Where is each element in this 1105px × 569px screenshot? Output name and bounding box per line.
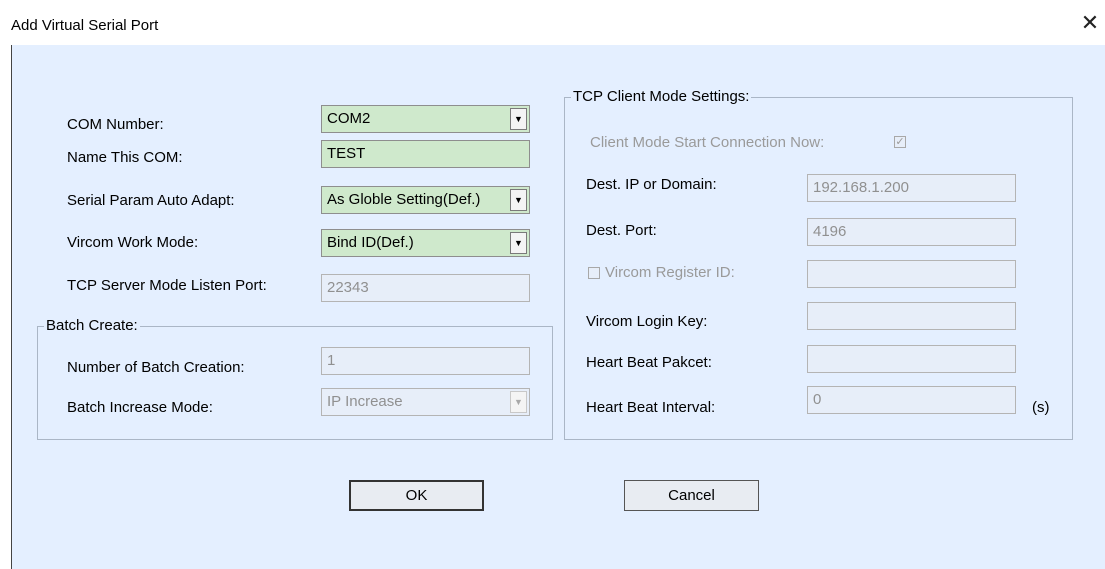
batch-increase-mode-select[interactable]: IP Increase ▼: [321, 388, 530, 416]
com-number-label: COM Number:: [67, 116, 164, 133]
com-number-select[interactable]: COM2 ▼: [321, 105, 530, 133]
vircom-login-key-input[interactable]: [807, 302, 1016, 330]
batch-create-group: [37, 326, 553, 440]
dest-port-input[interactable]: 4196: [807, 218, 1016, 246]
number-of-batch-creation-input[interactable]: 1: [321, 347, 530, 375]
tcp-server-listen-port-input[interactable]: 22343: [321, 274, 530, 302]
dialog-body: COM Number: COM2 ▼ Name This COM: TEST S…: [11, 45, 1105, 569]
vircom-register-id-input[interactable]: [807, 260, 1016, 288]
number-of-batch-creation-label: Number of Batch Creation:: [67, 359, 245, 376]
window-title: Add Virtual Serial Port: [11, 17, 159, 34]
serial-param-auto-adapt-label: Serial Param Auto Adapt:: [67, 192, 235, 209]
heart-beat-packet-label: Heart Beat Pakcet:: [586, 354, 712, 371]
heart-beat-interval-input[interactable]: 0: [807, 386, 1016, 414]
name-this-com-label: Name This COM:: [67, 149, 183, 166]
vircom-work-mode-select[interactable]: Bind ID(Def.) ▼: [321, 229, 530, 257]
dest-ip-label: Dest. IP or Domain:: [586, 176, 717, 193]
vircom-login-key-label: Vircom Login Key:: [586, 313, 708, 330]
batch-increase-mode-label: Batch Increase Mode:: [67, 399, 213, 416]
checkmark-icon: ✓: [895, 136, 905, 148]
dest-port-label: Dest. Port:: [586, 222, 657, 239]
heart-beat-interval-label: Heart Beat Interval:: [586, 399, 716, 416]
vircom-register-id-checkbox[interactable]: [588, 267, 600, 279]
name-this-com-input[interactable]: TEST: [321, 140, 530, 168]
ok-button[interactable]: OK: [349, 480, 484, 511]
batch-create-legend: Batch Create:: [44, 317, 140, 334]
cancel-button[interactable]: Cancel: [624, 480, 759, 511]
dropdown-arrow-icon[interactable]: ▼: [510, 108, 527, 130]
heart-beat-packet-input[interactable]: [807, 345, 1016, 373]
tcp-client-settings-legend: TCP Client Mode Settings:: [571, 88, 752, 105]
start-connection-now-checkbox[interactable]: ✓: [894, 136, 906, 148]
serial-param-auto-adapt-select[interactable]: As Globle Setting(Def.) ▼: [321, 186, 530, 214]
com-number-value: COM2: [327, 110, 371, 127]
vircom-work-mode-label: Vircom Work Mode:: [67, 234, 199, 251]
heart-beat-interval-unit: (s): [1032, 399, 1050, 416]
start-connection-now-label: Client Mode Start Connection Now:: [590, 134, 825, 151]
batch-increase-mode-value: IP Increase: [327, 393, 403, 410]
close-icon[interactable]: ✕: [1077, 8, 1103, 38]
tcp-server-listen-port-label: TCP Server Mode Listen Port:: [67, 277, 267, 294]
title-bar: Add Virtual Serial Port ✕: [0, 0, 1105, 45]
dest-ip-input[interactable]: 192.168.1.200: [807, 174, 1016, 202]
dropdown-arrow-icon[interactable]: ▼: [510, 391, 527, 413]
vircom-register-id-label: Vircom Register ID:: [605, 264, 735, 281]
serial-param-auto-adapt-value: As Globle Setting(Def.): [327, 191, 481, 208]
dropdown-arrow-icon[interactable]: ▼: [510, 189, 527, 211]
vircom-work-mode-value: Bind ID(Def.): [327, 234, 414, 251]
dropdown-arrow-icon[interactable]: ▼: [510, 232, 527, 254]
